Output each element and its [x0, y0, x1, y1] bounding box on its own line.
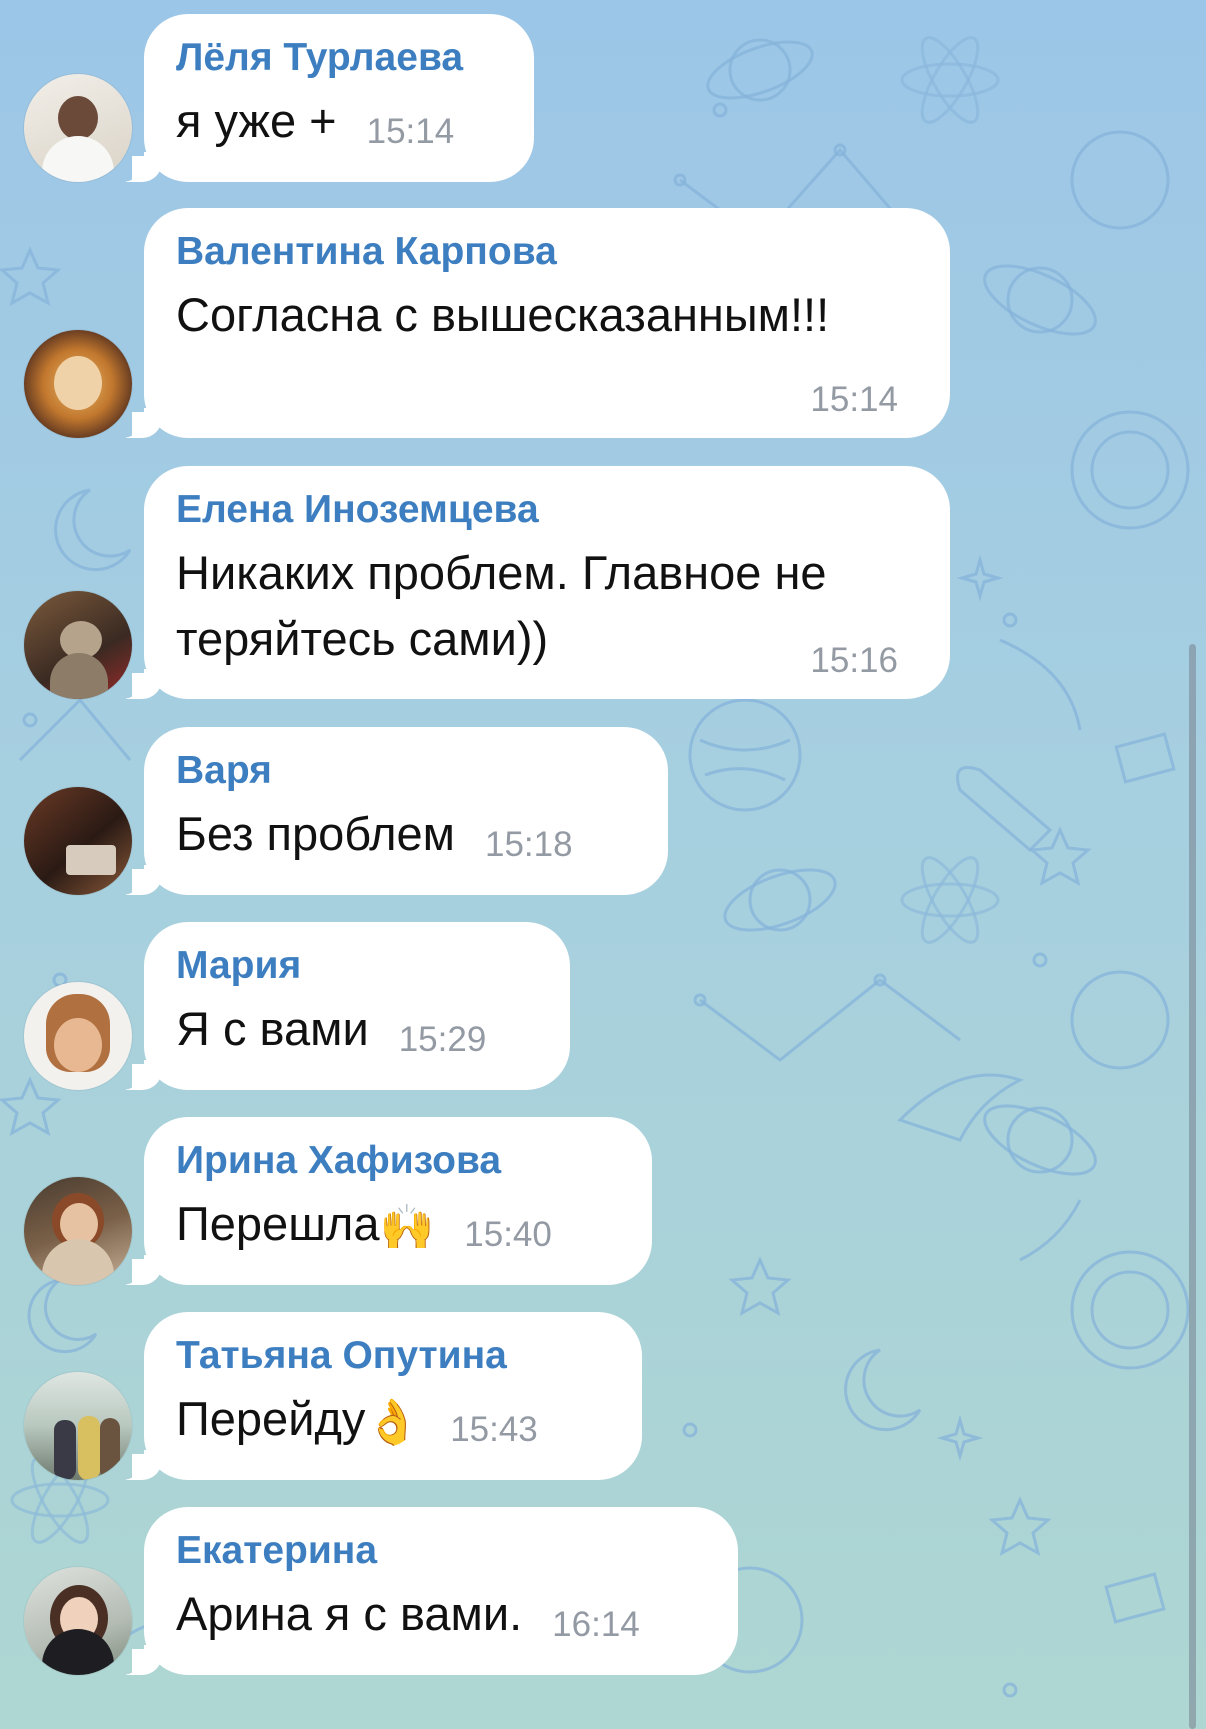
message-row: Екатерина Арина я с вами. 16:14 [0, 1507, 1206, 1675]
raising-hands-emoji-icon: 🙌 [379, 1202, 435, 1253]
message-timestamp: 15:29 [398, 1020, 487, 1059]
message-text: Согласна с вышесказанным!!! [176, 288, 830, 341]
message-text: Перейду [176, 1392, 366, 1445]
sender-name[interactable]: Татьяна Опутина [176, 1334, 612, 1378]
message-timestamp: 15:16 [810, 641, 898, 680]
message-timestamp: 15:40 [464, 1215, 552, 1254]
sender-name[interactable]: Елена Иноземцева [176, 488, 920, 532]
message-timestamp: 15:14 [810, 380, 898, 419]
scrollbar[interactable] [1189, 644, 1196, 1729]
message-text: Арина я с вами. [176, 1587, 523, 1640]
message-text: Никаких проблем. Главное не [176, 546, 827, 599]
message-bubble[interactable]: Елена Иноземцева Никаких проблем. Главно… [132, 466, 950, 699]
ok-hand-emoji-icon: 👌 [365, 1397, 421, 1448]
message-text: Перешла [176, 1197, 380, 1250]
message-text: Я с вами [176, 1002, 369, 1055]
message-bubble[interactable]: Варя Без проблем 15:18 [132, 727, 668, 895]
message-bubble[interactable]: Валентина Карпова Согласна с вышесказанн… [132, 208, 950, 438]
message-timestamp: 16:14 [552, 1605, 640, 1644]
message-row: Елена Иноземцева Никаких проблем. Главно… [0, 466, 1206, 699]
chat-message-list[interactable]: Лёля Турлаева я уже + 15:14 Валентина Кар… [0, 0, 1206, 1729]
message-row: Варя Без проблем 15:18 [0, 727, 1206, 895]
sender-name[interactable]: Валентина Карпова [176, 230, 920, 274]
message-text: Без проблем [176, 807, 455, 860]
sender-name[interactable]: Варя [176, 749, 638, 793]
message-row: Лёля Турлаева я уже + 15:14 [0, 14, 1206, 182]
message-row: Татьяна Опутина Перейду👌 15:43 [0, 1312, 1206, 1480]
message-text-line-2: теряйтесь сами)) [176, 612, 549, 665]
message-bubble[interactable]: Мария Я с вами 15:29 [132, 922, 570, 1090]
sender-name[interactable]: Ирина Хафизова [176, 1139, 622, 1183]
message-bubble[interactable]: Екатерина Арина я с вами. 16:14 [132, 1507, 738, 1675]
message-row: Мария Я с вами 15:29 [0, 922, 1206, 1090]
sender-name[interactable]: Екатерина [176, 1529, 708, 1573]
message-row: Валентина Карпова Согласна с вышесказанн… [0, 208, 1206, 438]
message-timestamp: 15:18 [484, 825, 573, 864]
sender-name[interactable]: Мария [176, 944, 540, 988]
message-timestamp: 15:14 [366, 112, 455, 151]
message-row: Ирина Хафизова Перешла🙌 15:40 [0, 1117, 1206, 1285]
message-bubble[interactable]: Татьяна Опутина Перейду👌 15:43 [132, 1312, 642, 1480]
message-text: я уже + [176, 94, 337, 147]
message-timestamp: 15:43 [450, 1410, 538, 1449]
message-bubble[interactable]: Ирина Хафизова Перешла🙌 15:40 [132, 1117, 652, 1285]
message-bubble[interactable]: Лёля Турлаева я уже + 15:14 [132, 14, 534, 182]
sender-name[interactable]: Лёля Турлаева [176, 36, 504, 80]
